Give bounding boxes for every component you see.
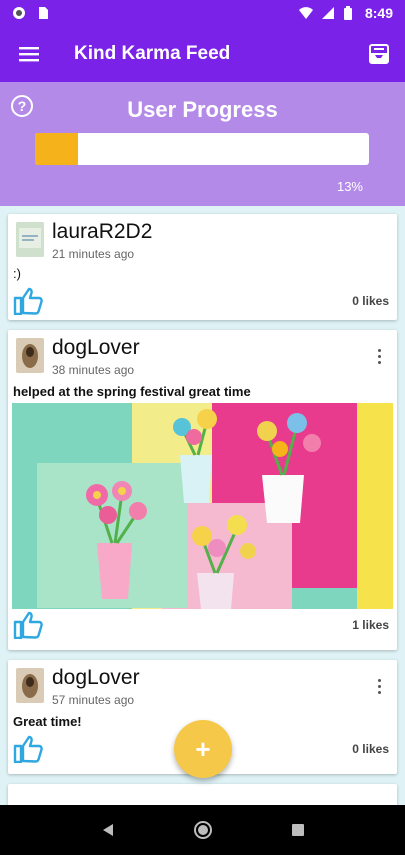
user-progress-panel: ? User Progress 13% [0,82,405,206]
post-card: lauraR2D2 21 minutes ago :) 0 likes [8,214,397,320]
nav-back-button[interactable] [88,810,128,850]
progress-bar-fill [35,133,79,165]
like-count: 0 likes [352,294,389,308]
post-timestamp: 21 minutes ago [52,247,135,261]
avatar[interactable] [16,222,44,257]
like-count: 1 likes [352,618,389,632]
home-circle-icon [193,821,212,839]
avatar[interactable] [16,668,44,703]
post-username[interactable]: dogLover [52,666,140,690]
like-count: 0 likes [352,742,389,756]
like-button[interactable] [12,610,44,640]
app-bar: Kind Karma Feed [0,26,405,82]
progress-percent: 13% [336,179,363,194]
post-timestamp: 38 minutes ago [52,363,135,377]
paper-flowers-photo [12,403,393,609]
recents-square-icon [291,824,304,836]
post-card: dogLover 38 minutes ago helped at the sp… [8,330,397,650]
progress-title: User Progress [127,97,278,122]
post-card [8,784,397,805]
post-image[interactable] [12,403,393,609]
inbox-icon [369,44,389,64]
thumbs-up-icon [13,735,43,763]
back-triangle-icon [102,824,113,836]
post-text: helped at the spring festival great time [13,384,251,399]
avatar[interactable] [16,338,44,373]
nav-home-button[interactable] [183,810,223,850]
status-time: 8:49 [364,5,393,21]
post-timestamp: 57 minutes ago [52,693,135,707]
progress-bar [35,133,369,165]
like-button[interactable] [12,734,44,764]
sd-card-icon [36,6,50,20]
battery-icon [343,6,357,20]
feed-list[interactable]: lauraR2D2 21 minutes ago :) 0 likes dogL… [0,206,405,805]
wifi-icon [298,6,313,20]
system-nav-bar [0,805,405,855]
app-title: Kind Karma Feed [74,43,231,64]
add-post-button[interactable]: + [174,720,232,778]
like-button[interactable] [12,286,44,316]
post-text: :) [13,266,21,281]
hamburger-menu-button[interactable] [0,26,58,82]
status-bar: 8:49 [0,0,405,26]
post-username[interactable]: lauraR2D2 [52,220,152,244]
cell-signal-icon [321,6,335,20]
plus-icon: + [195,733,211,764]
circle-notification-icon [12,6,26,20]
thumbs-up-icon [13,287,43,315]
inbox-button[interactable] [353,26,405,82]
post-username[interactable]: dogLover [52,336,140,360]
more-options-button[interactable] [367,672,391,700]
nav-recents-button[interactable] [278,810,318,850]
more-options-button[interactable] [367,342,391,370]
thumbs-up-icon [13,611,43,639]
hamburger-icon [19,47,39,62]
